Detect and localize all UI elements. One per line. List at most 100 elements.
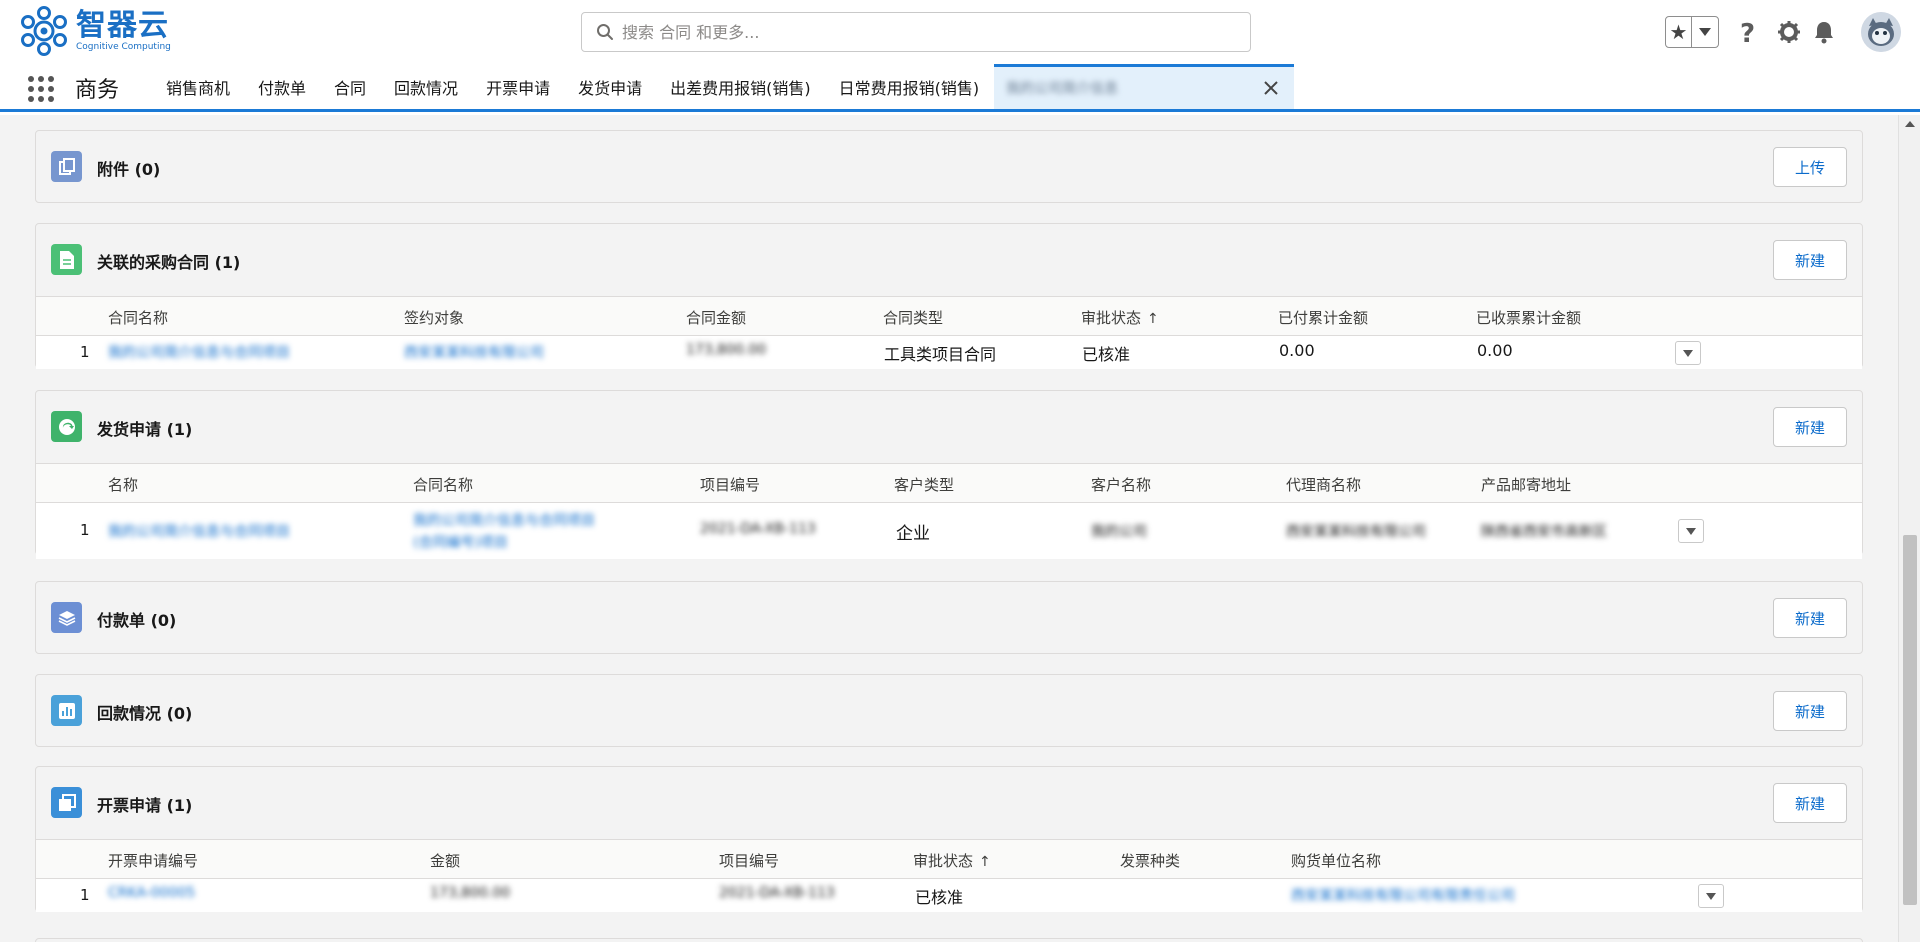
related-table: 合同名称 签约对象 合同金额 合同类型 审批状态 ↑ 已付累计金额 已收票累计金额… bbox=[36, 296, 1862, 369]
new-button[interactable]: 新建 bbox=[1773, 240, 1847, 280]
brand-logo[interactable]: 智器云 Cognitive Computing bbox=[18, 6, 171, 56]
global-header: 智器云 Cognitive Computing ★ ? bbox=[0, 0, 1920, 64]
card-next-section bbox=[35, 938, 1863, 942]
customer-name: 我的公司 bbox=[1091, 524, 1147, 540]
mailing-address: 陕西省西安市高新区 bbox=[1481, 524, 1607, 540]
card-invoice-requests: 开票申请 (1) 新建 开票申请编号 金额 项目编号 审批状态 ↑ 发票种类 购货… bbox=[35, 766, 1863, 912]
approval-status: 已核准 bbox=[1082, 345, 1131, 364]
party-link[interactable]: 西安某某科技有限公司 bbox=[404, 342, 544, 362]
arrow-up-icon: ↑ bbox=[979, 854, 991, 870]
close-icon[interactable] bbox=[1262, 79, 1280, 97]
scroll-up-icon[interactable] bbox=[1905, 121, 1915, 127]
app-name: 商务 bbox=[75, 78, 120, 103]
chevron-down-icon bbox=[1706, 892, 1716, 900]
column-header[interactable]: 客户类型 bbox=[894, 474, 954, 495]
svg-text:?: ? bbox=[1740, 19, 1755, 45]
new-button[interactable]: 新建 bbox=[1773, 783, 1847, 823]
upload-button[interactable]: 上传 bbox=[1773, 147, 1847, 187]
agent-name: 西安某某科技有限公司 bbox=[1286, 524, 1426, 540]
invoiced-amount: 0.00 bbox=[1477, 341, 1513, 360]
column-header[interactable]: 发票种类 bbox=[1120, 850, 1180, 871]
customer-type: 企业 bbox=[896, 524, 930, 544]
column-header[interactable]: 合同类型 bbox=[883, 307, 943, 328]
row-actions-dropdown[interactable] bbox=[1698, 884, 1724, 908]
column-header[interactable]: 签约对象 bbox=[404, 307, 464, 328]
table-header-row: 合同名称 签约对象 合同金额 合同类型 审批状态 ↑ 已付累计金额 已收票累计金额 bbox=[36, 297, 1862, 336]
card-receipts: 回款情况 (0) 新建 bbox=[35, 674, 1863, 747]
new-button[interactable]: 新建 bbox=[1773, 598, 1847, 638]
nav-tab-shipping-requests[interactable]: 发货申请 bbox=[564, 64, 656, 109]
help-icon[interactable]: ? bbox=[1732, 16, 1764, 48]
card-shipping-requests: 发货申请 (1) 新建 名称 合同名称 项目编号 客户类型 客户名称 代理商名称… bbox=[35, 390, 1863, 559]
nav-tabs: 销售商机 付款单 合同 回款情况 开票申请 发货申请 出差费用报销(销售) 日常… bbox=[152, 64, 1295, 109]
contract-name-link[interactable]: 我的公司简介信息与合同项目 bbox=[413, 510, 595, 530]
page-scrollbar[interactable] bbox=[1898, 115, 1920, 942]
contract-name-link[interactable]: 我的公司简介信息与合同项目 bbox=[108, 342, 290, 362]
files-icon bbox=[51, 151, 82, 182]
nav-tab-invoice-requests[interactable]: 开票申请 bbox=[472, 64, 564, 109]
related-table: 开票申请编号 金额 项目编号 审批状态 ↑ 发票种类 购货单位名称 1 CRKA-… bbox=[36, 839, 1862, 912]
table-row: 1 CRKA-00005 173,800.00 2021-DA-XB-113 已… bbox=[36, 879, 1862, 912]
column-header[interactable]: 合同名称 bbox=[108, 307, 168, 328]
avatar[interactable] bbox=[1861, 12, 1901, 52]
scroll-thumb[interactable] bbox=[1903, 535, 1917, 905]
card-attachments: 附件 (0) 上传 bbox=[35, 130, 1863, 203]
bell-icon[interactable] bbox=[1808, 16, 1840, 48]
row-number: 1 bbox=[80, 886, 90, 904]
nav-tab-travel-expenses[interactable]: 出差费用报销(销售) bbox=[656, 64, 825, 109]
project-number: 2021-DA-XB-113 bbox=[700, 521, 816, 537]
new-button[interactable]: 新建 bbox=[1773, 691, 1847, 731]
card-payments: 付款单 (0) 新建 bbox=[35, 581, 1863, 654]
column-header[interactable]: 已付累计金额 bbox=[1278, 307, 1368, 328]
nav-tab-receipts[interactable]: 回款情况 bbox=[380, 64, 472, 109]
stack-icon bbox=[51, 602, 82, 633]
column-header[interactable]: 产品邮寄地址 bbox=[1481, 474, 1571, 495]
contract-name-link-line2[interactable]: (合同编号)项目 bbox=[413, 532, 508, 552]
column-header[interactable]: 客户名称 bbox=[1091, 474, 1151, 495]
shipping-name-link[interactable]: 我的公司简介信息与合同项目 bbox=[108, 521, 290, 541]
column-header[interactable]: 代理商名称 bbox=[1286, 474, 1361, 495]
nav-tab-active-record[interactable]: 我的公司简介信息 bbox=[994, 64, 1295, 109]
row-actions-dropdown[interactable] bbox=[1678, 519, 1704, 543]
nav-tab-contracts[interactable]: 合同 bbox=[320, 64, 380, 109]
column-header[interactable]: 已收票累计金额 bbox=[1476, 307, 1581, 328]
document-icon bbox=[51, 244, 82, 275]
star-icon[interactable]: ★ bbox=[1666, 17, 1693, 47]
row-number: 1 bbox=[80, 521, 90, 539]
column-header[interactable]: 合同金额 bbox=[686, 307, 746, 328]
approval-status: 已核准 bbox=[915, 888, 964, 907]
column-header-sorted[interactable]: 审批状态 ↑ bbox=[913, 850, 991, 871]
global-search[interactable] bbox=[581, 12, 1251, 52]
column-header[interactable]: 购货单位名称 bbox=[1291, 850, 1381, 871]
column-header[interactable]: 项目编号 bbox=[700, 474, 760, 495]
new-button[interactable]: 新建 bbox=[1773, 407, 1847, 447]
related-table: 名称 合同名称 项目编号 客户类型 客户名称 代理商名称 产品邮寄地址 1 我的… bbox=[36, 463, 1862, 559]
nav-tab-opportunities[interactable]: 销售商机 bbox=[152, 64, 244, 109]
row-actions-dropdown[interactable] bbox=[1675, 341, 1701, 365]
app-launcher-icon[interactable] bbox=[28, 76, 54, 102]
gear-icon[interactable] bbox=[1773, 16, 1805, 48]
column-header-label: 审批状态 bbox=[1081, 309, 1142, 327]
column-header-label: 审批状态 bbox=[913, 852, 974, 870]
card-title: 关联的采购合同 (1) bbox=[97, 253, 241, 272]
shipping-icon bbox=[51, 411, 82, 442]
search-icon bbox=[597, 24, 613, 40]
chevron-down-icon[interactable] bbox=[1692, 17, 1718, 47]
chevron-down-icon bbox=[1686, 527, 1696, 535]
column-header[interactable]: 名称 bbox=[108, 474, 138, 495]
active-tab-label: 我的公司简介信息 bbox=[1006, 81, 1119, 97]
card-title: 发货申请 (1) bbox=[97, 420, 193, 439]
table-row: 1 我的公司简介信息与合同项目 我的公司简介信息与合同项目 (合同编号)项目 2… bbox=[36, 503, 1862, 559]
column-header[interactable]: 金额 bbox=[430, 850, 460, 871]
column-header[interactable]: 项目编号 bbox=[719, 850, 779, 871]
contract-type: 工具类项目合同 bbox=[884, 345, 997, 364]
search-input[interactable] bbox=[622, 22, 1250, 42]
column-header-sorted[interactable]: 审批状态 ↑ bbox=[1081, 307, 1159, 328]
contract-amount: 173,800.00 bbox=[686, 342, 767, 358]
invoice-code-link[interactable]: CRKA-00005 bbox=[108, 885, 195, 901]
nav-tab-payments[interactable]: 付款单 bbox=[244, 64, 320, 109]
buyer-name-link[interactable]: 西安某某科技有限公司有限责任公司 bbox=[1291, 885, 1515, 905]
column-header[interactable]: 合同名称 bbox=[413, 474, 473, 495]
column-header[interactable]: 开票申请编号 bbox=[108, 850, 198, 871]
nav-tab-daily-expenses[interactable]: 日常费用报销(销售) bbox=[825, 64, 994, 109]
